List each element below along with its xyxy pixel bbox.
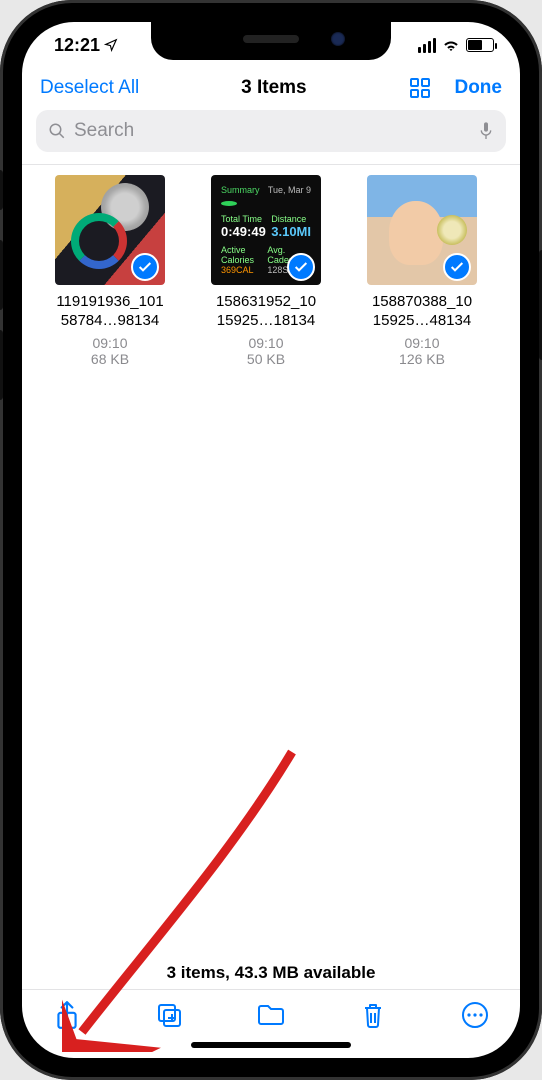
file-size: 68 KB <box>40 351 180 367</box>
workout-value: 0:49:49 <box>221 224 266 239</box>
page-title: 3 Items <box>241 77 306 99</box>
notch <box>151 22 391 60</box>
workout-value: 3.10MI <box>271 224 311 239</box>
file-name: 15925…18134 <box>196 312 336 331</box>
file-thumbnail <box>367 175 477 285</box>
workout-label: Summary <box>221 185 260 195</box>
side-volume-down <box>0 330 3 400</box>
home-indicator[interactable] <box>191 1042 351 1048</box>
file-size: 50 KB <box>196 351 336 367</box>
selected-checkmark-icon <box>287 253 315 281</box>
file-thumbnail: Summary Tue, Mar 9 Total Time0:49:49 Dist… <box>211 175 321 285</box>
selected-checkmark-icon <box>443 253 471 281</box>
file-name: 158870388_10 <box>372 293 472 310</box>
storage-status: 3 items, 43.3 MB available <box>22 953 520 989</box>
status-time: 12:21 <box>54 35 100 56</box>
file-time: 09:10 <box>40 335 180 351</box>
workout-date: Tue, Mar 9 <box>268 185 311 195</box>
side-volume-up <box>0 240 3 310</box>
location-icon <box>104 38 118 52</box>
workout-value: 369CAL <box>221 265 254 275</box>
more-button[interactable] <box>458 998 492 1032</box>
bottom-toolbar <box>22 989 520 1036</box>
selected-checkmark-icon <box>131 253 159 281</box>
side-silent-switch <box>0 170 3 210</box>
file-item[interactable]: 158870388_10 15925…48134 09:10 126 KB <box>352 175 492 367</box>
search-placeholder: Search <box>74 120 470 142</box>
duplicate-button[interactable] <box>152 998 186 1032</box>
search-input[interactable]: Search <box>36 110 506 152</box>
file-grid: 119191936_101 58784…98134 09:10 68 KB Su… <box>22 165 520 953</box>
search-icon <box>48 122 66 140</box>
wifi-icon <box>442 38 460 52</box>
file-name: 58784…98134 <box>40 312 180 331</box>
file-item[interactable]: Summary Tue, Mar 9 Total Time0:49:49 Dist… <box>196 175 336 367</box>
file-time: 09:10 <box>352 335 492 351</box>
workout-label: Active Calories <box>221 245 254 265</box>
done-button[interactable]: Done <box>454 77 502 99</box>
move-folder-button[interactable] <box>254 998 288 1032</box>
share-button[interactable] <box>50 998 84 1032</box>
file-name: 119191936_101 <box>56 293 163 310</box>
dictation-icon[interactable] <box>478 121 494 141</box>
phone-frame: 12:21 Deselect All 3 Items Done <box>0 0 542 1080</box>
cellular-icon <box>418 38 436 53</box>
view-grid-button[interactable] <box>408 76 432 100</box>
deselect-all-button[interactable]: Deselect All <box>40 77 139 99</box>
battery-icon <box>466 38 494 52</box>
nav-bar: Deselect All 3 Items Done <box>22 68 520 110</box>
file-time: 09:10 <box>196 335 336 351</box>
delete-button[interactable] <box>356 998 390 1032</box>
file-name: 158631952_10 <box>216 293 316 310</box>
run-icon <box>221 201 237 206</box>
file-thumbnail <box>55 175 165 285</box>
file-item[interactable]: 119191936_101 58784…98134 09:10 68 KB <box>40 175 180 367</box>
workout-label: Distance <box>271 214 306 224</box>
file-name: 15925…48134 <box>352 312 492 331</box>
workout-label: Total Time <box>221 214 262 224</box>
file-size: 126 KB <box>352 351 492 367</box>
